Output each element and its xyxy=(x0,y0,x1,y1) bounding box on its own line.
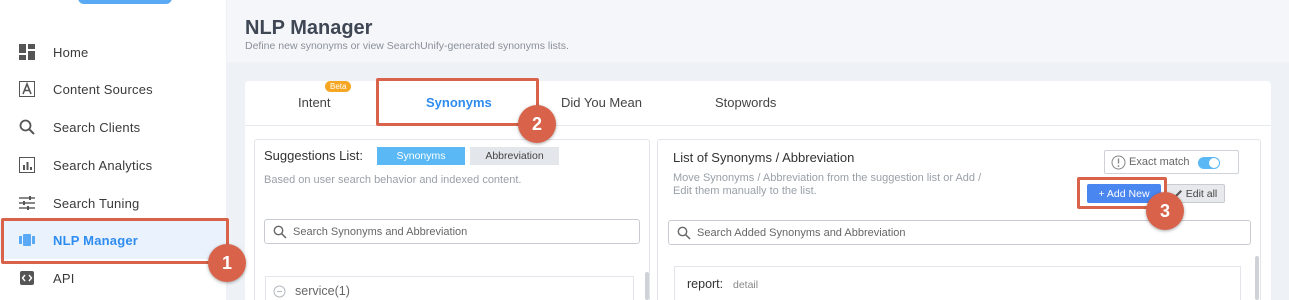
search-placeholder: Search Added Synonyms and Abbreviation xyxy=(697,226,906,239)
sidebar-item-label: Home xyxy=(53,44,89,60)
dashboard-icon xyxy=(18,44,35,61)
sidebar-item-search-tuning[interactable]: Search Tuning xyxy=(0,184,226,222)
edit-all-label: Edit all xyxy=(1185,187,1218,200)
synonyms-list-subtitle-2: Edit them manually to the list. xyxy=(673,185,817,197)
synonyms-toggle[interactable]: Synonyms xyxy=(377,147,465,165)
highlight-nlp-manager xyxy=(1,218,229,264)
search-icon xyxy=(273,225,287,239)
suggestions-title: Suggestions List: xyxy=(264,148,364,163)
toggle-knob xyxy=(1209,158,1219,168)
analytics-icon xyxy=(18,157,35,174)
tab-did-you-mean[interactable]: Did You Mean xyxy=(561,95,642,110)
tab-label: Did You Mean xyxy=(561,95,642,110)
suggestion-term: service(1) xyxy=(295,284,350,298)
add-circle-icon[interactable] xyxy=(273,285,286,298)
suggestions-search-input[interactable]: Search Synonyms and Abbreviation xyxy=(264,219,640,244)
beta-badge: Beta xyxy=(325,81,352,92)
step-badge-1: 1 xyxy=(208,244,246,282)
search-icon xyxy=(677,226,691,240)
exact-match-control: Exact match xyxy=(1104,150,1239,174)
list-item[interactable]: service(1) xyxy=(265,276,634,300)
synonym-entry[interactable]: report: detail xyxy=(674,266,1241,300)
sidebar-item-label: Search Tuning xyxy=(53,195,140,211)
synonyms-list-title: List of Synonyms / Abbreviation xyxy=(673,150,855,165)
synonyms-scrollbar[interactable] xyxy=(1255,256,1259,300)
sidebar-item-api[interactable]: API xyxy=(0,259,226,297)
synonyms-list-subtitle-1: Move Synonyms / Abbreviation from the su… xyxy=(673,172,982,184)
sidebar-item-label: Search Clients xyxy=(53,119,141,135)
sidebar-item-label: API xyxy=(53,270,75,286)
sidebar-item-content-sources[interactable]: Content Sources xyxy=(0,70,226,108)
sidebar-item-home[interactable]: Home xyxy=(0,33,226,71)
info-icon xyxy=(1111,155,1126,170)
tab-label: Stopwords xyxy=(715,95,777,110)
tab-stopwords[interactable]: Stopwords xyxy=(715,95,776,110)
tuning-icon xyxy=(18,195,35,212)
tab-intent[interactable]: Intent xyxy=(298,95,331,110)
step-badge-2: 2 xyxy=(518,105,556,143)
exact-match-label: Exact match xyxy=(1129,156,1190,168)
step-badge-3: 3 xyxy=(1146,192,1184,230)
sidebar-item-search-analytics[interactable]: Search Analytics xyxy=(0,146,226,184)
page-subtitle: Define new synonyms or view SearchUnify-… xyxy=(245,40,569,52)
tab-label: Intent xyxy=(298,95,331,110)
page-header: NLP Manager Define new synonyms or view … xyxy=(227,0,1289,62)
suggestions-subtitle: Based on user search behavior and indexe… xyxy=(264,174,522,186)
suggestions-scrollbar[interactable] xyxy=(645,272,649,300)
page-title: NLP Manager xyxy=(245,17,373,39)
sidebar-item-label: Search Analytics xyxy=(53,157,153,173)
synonym-term: report: xyxy=(687,277,724,291)
search-icon xyxy=(18,119,35,136)
api-icon xyxy=(18,270,35,287)
exact-match-toggle[interactable] xyxy=(1198,157,1220,169)
abbreviation-toggle[interactable]: Abbreviation xyxy=(470,147,559,165)
sidebar-item-label: Content Sources xyxy=(53,81,153,97)
account-badge xyxy=(78,0,172,4)
highlight-synonyms-tab xyxy=(376,78,539,126)
content-sources-icon xyxy=(18,81,35,98)
synonym-value: detail xyxy=(733,279,759,291)
search-placeholder: Search Synonyms and Abbreviation xyxy=(293,225,468,238)
sidebar-item-search-clients[interactable]: Search Clients xyxy=(0,108,226,146)
